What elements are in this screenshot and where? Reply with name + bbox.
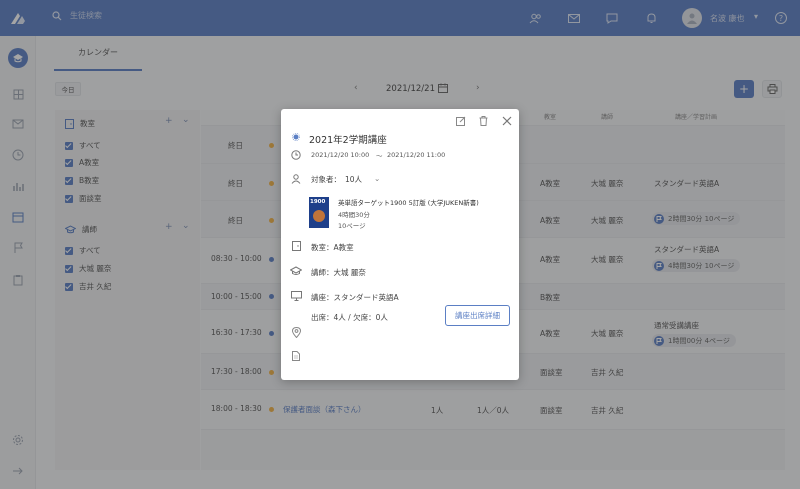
trash-icon bbox=[479, 116, 487, 126]
book-title: 英単語ターゲット1900 5訂版 (大学JUKEN新書) bbox=[338, 199, 479, 207]
monitor-icon bbox=[291, 291, 302, 303]
attendance-info: 出席：4人 / 欠席：0人 bbox=[311, 313, 388, 322]
graduation-cap-icon bbox=[289, 266, 303, 278]
attendance-detail-button[interactable]: 講座出席詳細 bbox=[445, 305, 510, 326]
event-title: 2021年2学期講座 bbox=[309, 135, 387, 146]
close-icon bbox=[502, 116, 512, 126]
document-icon bbox=[292, 351, 300, 363]
book-cover-ball bbox=[313, 210, 325, 222]
event-end: 2021/12/20 11:00 bbox=[387, 151, 446, 159]
delete-button[interactable] bbox=[477, 115, 489, 127]
book-cover-number: 1900 bbox=[310, 199, 326, 205]
classroom-info: 教室：A教室 bbox=[311, 243, 354, 252]
book-duration: 4時間30分 bbox=[338, 211, 370, 219]
event-start: 2021/12/20 10:00 bbox=[311, 151, 370, 159]
door-icon bbox=[292, 241, 301, 253]
course-info: 講座：スタンダード英語A bbox=[311, 293, 399, 302]
teacher-info: 講師：大城 麗奈 bbox=[311, 268, 366, 277]
target-label: 対象者： bbox=[311, 175, 341, 184]
book-cover-image: 1900 bbox=[309, 197, 329, 228]
event-color-icon bbox=[292, 133, 300, 143]
location-pin-icon bbox=[291, 326, 302, 340]
edit-icon bbox=[456, 116, 466, 126]
close-button[interactable] bbox=[501, 115, 513, 127]
target-students-toggle[interactable]: 対象者： 10人 ⌄ bbox=[311, 174, 380, 185]
event-detail-modal: 2021年2学期講座 2021/12/20 10:00 〜 2021/12/20… bbox=[281, 109, 519, 380]
book-pages: 10ページ bbox=[338, 222, 366, 230]
person-icon bbox=[291, 174, 301, 186]
edit-button[interactable] bbox=[455, 115, 467, 127]
clock-icon bbox=[291, 150, 301, 162]
chevron-down-icon: ⌄ bbox=[374, 173, 381, 183]
target-value: 10人 bbox=[345, 175, 363, 184]
time-separator: 〜 bbox=[376, 152, 383, 160]
